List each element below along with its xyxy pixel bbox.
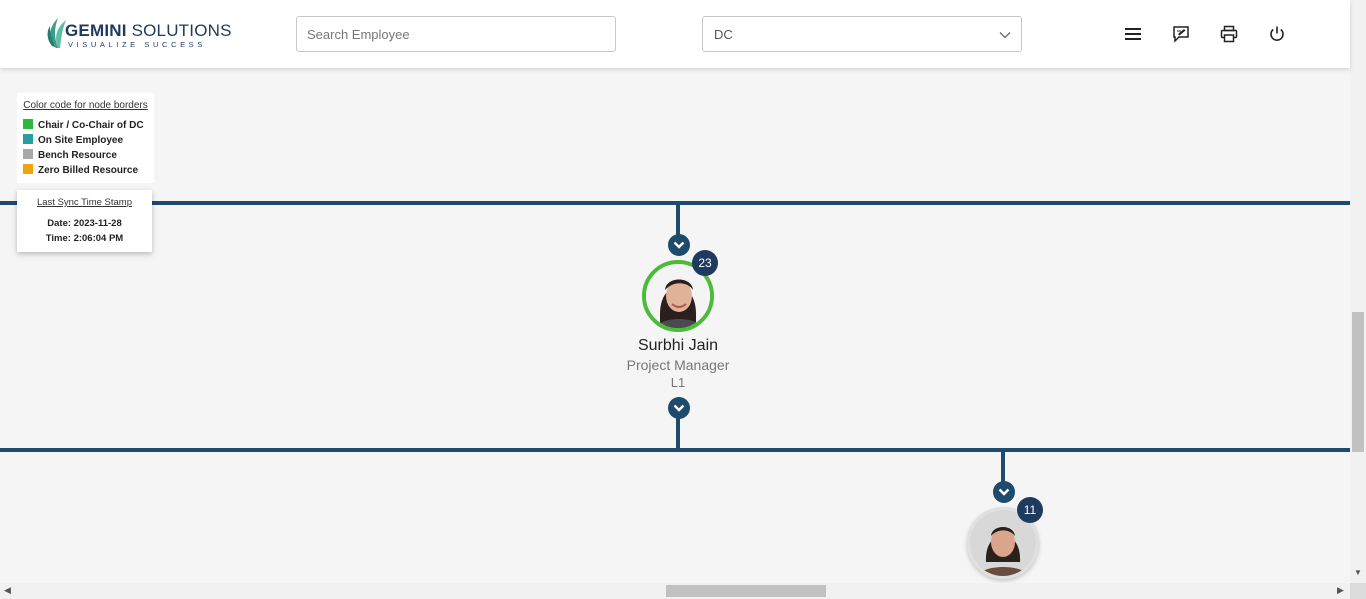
legend-item: Zero Billed Resource [23, 163, 148, 178]
direct-reports-count-badge: 11 [1017, 497, 1043, 523]
collapse-toggle-button[interactable] [668, 234, 690, 256]
legend-label: Bench Resource [38, 150, 117, 161]
vertical-scrollbar[interactable]: ▼ [1350, 0, 1366, 583]
last-sync-panel: Last Sync Time Stamp Date: 2023-11-28 Ti… [17, 190, 152, 252]
legend-swatch-chair [23, 118, 33, 129]
legend-item: Bench Resource [23, 148, 148, 163]
scroll-right-arrow-icon[interactable]: ▶ [1337, 585, 1344, 596]
legend-title: Color code for node borders [23, 100, 148, 111]
logo-wordmark: GEMINI SOLUTIONS [65, 21, 232, 40]
legend-swatch-bench [23, 148, 33, 159]
direct-reports-count-badge: 23 [692, 250, 718, 276]
legend-swatch-onsite [23, 133, 33, 144]
legend-item: On Site Employee [23, 133, 148, 148]
legend-label: Zero Billed Resource [38, 165, 139, 176]
chevron-down-icon [673, 404, 685, 412]
horizontal-scrollbar[interactable]: ◀ ▶ [0, 583, 1350, 599]
scroll-left-arrow-icon[interactable]: ◀ [4, 585, 11, 596]
scroll-down-arrow-icon[interactable]: ▼ [1354, 568, 1362, 577]
tree-connector-horizontal [0, 201, 1350, 205]
tree-connector-vertical [1001, 451, 1005, 483]
sync-title: Last Sync Time Stamp [36, 197, 133, 208]
legend-label: On Site Employee [38, 135, 124, 146]
tree-connector-vertical [676, 204, 680, 236]
feedback-icon[interactable] [1172, 25, 1190, 43]
tree-connector-horizontal [0, 448, 1350, 452]
legend-swatch-zero-billed [23, 163, 33, 174]
collapse-toggle-button[interactable] [993, 481, 1015, 503]
vertical-scrollbar-thumb[interactable] [1352, 312, 1364, 452]
employee-level: L1 [670, 375, 686, 390]
search-employee-input[interactable] [296, 16, 616, 52]
employee-role: Project Manager [626, 357, 730, 373]
print-icon[interactable] [1220, 25, 1238, 43]
app-header: GEMINI SOLUTIONS VISUALIZE SUCCESS DC [0, 0, 1350, 68]
logo-tagline: VISUALIZE SUCCESS [68, 40, 206, 49]
color-code-legend: Color code for node borders Chair / Co-C… [17, 93, 154, 183]
chevron-down-icon [673, 241, 685, 249]
dc-select-value: DC [714, 27, 733, 42]
power-icon[interactable] [1268, 25, 1286, 43]
sync-time: Time: 2:06:04 PM [45, 233, 124, 244]
dc-select[interactable]: DC [702, 16, 1022, 52]
expand-toggle-button[interactable] [668, 397, 690, 419]
sync-date: Date: 2023-11-28 [47, 218, 122, 229]
chevron-down-icon [998, 488, 1010, 496]
employee-name: Surbhi Jain [637, 337, 719, 354]
horizontal-scrollbar-thumb[interactable] [666, 585, 826, 597]
menu-icon[interactable] [1124, 25, 1142, 43]
scrollbar-corner [1350, 583, 1366, 599]
legend-label: Chair / Co-Chair of DC [38, 120, 144, 131]
company-logo[interactable]: GEMINI SOLUTIONS VISUALIZE SUCCESS [46, 16, 231, 52]
chevron-down-icon [999, 32, 1011, 39]
legend-item: Chair / Co-Chair of DC [23, 118, 148, 133]
